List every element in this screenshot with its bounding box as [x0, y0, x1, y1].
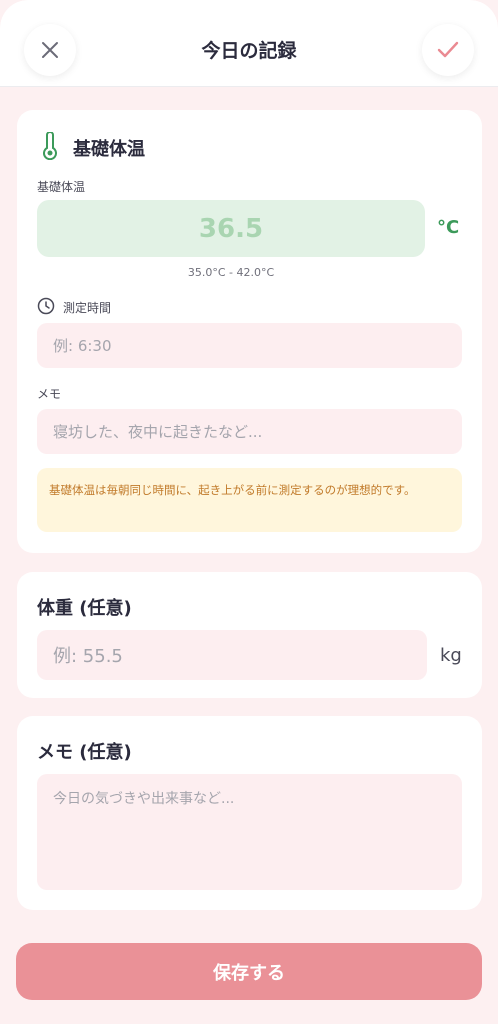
confirm-button[interactable]	[422, 24, 474, 76]
time-label: 測定時間	[63, 301, 112, 315]
bbt-memo-label: メモ	[37, 387, 62, 401]
temperature-range: 35.0°C - 42.0°C	[187, 266, 275, 279]
header: 今日の記録	[0, 0, 498, 87]
weight-card: 体重 (任意) 例: 55.5 kg	[17, 572, 482, 698]
memo-textarea[interactable]: 今日の気づきや出来事など...	[37, 774, 462, 890]
time-input[interactable]: 例: 6:30	[37, 323, 462, 368]
weight-title: 体重 (任意)	[37, 598, 132, 619]
bbt-card: 基礎体温 基礎体温 36.5 °C 35.0°C - 42.0°C 測定時間 例…	[17, 110, 482, 553]
bbt-section-title: 基礎体温	[73, 139, 145, 160]
save-button[interactable]: 保存する	[16, 943, 482, 1000]
temperature-input[interactable]: 36.5	[37, 200, 425, 257]
bbt-tip-note: 基礎体温は毎朝同じ時間に、起き上がる前に測定するのが理想的です。	[37, 468, 462, 532]
weight-unit: kg	[440, 645, 462, 666]
memo-card: メモ (任意) 今日の気づきや出来事など...	[17, 716, 482, 910]
check-icon	[437, 41, 459, 58]
bbt-field-label: 基礎体温	[37, 180, 86, 194]
bbt-memo-input[interactable]: 寝坊した、夜中に起きたなど...	[37, 409, 462, 454]
thermometer-icon	[43, 132, 57, 160]
record-sheet: 今日の記録 基礎体温 基礎体温 36.5 °C 35.0°C - 42.0°C …	[0, 0, 498, 1024]
clock-icon	[37, 297, 55, 315]
temperature-unit: °C	[437, 217, 460, 238]
weight-input[interactable]: 例: 55.5	[37, 630, 427, 680]
memo-title: メモ (任意)	[37, 742, 132, 763]
